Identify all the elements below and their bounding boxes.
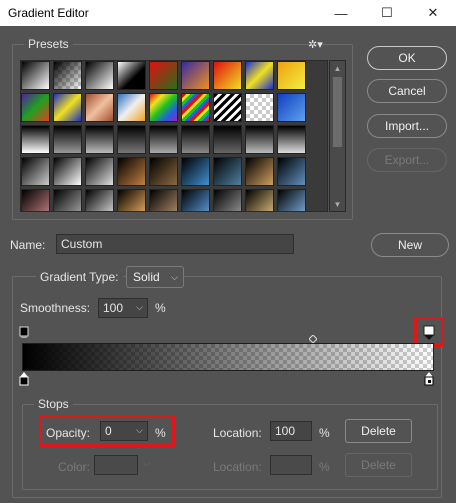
color-stop-left[interactable]: [19, 372, 29, 386]
preset-swatch[interactable]: [213, 157, 242, 186]
midpoint-diamond-icon[interactable]: [309, 335, 317, 343]
preset-swatch[interactable]: [117, 125, 146, 154]
preset-swatch[interactable]: [85, 157, 114, 186]
close-button[interactable]: ✕: [410, 0, 456, 26]
preset-swatch[interactable]: [21, 125, 50, 154]
preset-swatch[interactable]: [21, 93, 50, 122]
scroll-up-icon[interactable]: ▲: [330, 61, 345, 75]
cancel-button[interactable]: Cancel: [367, 79, 447, 103]
opacity-location-field[interactable]: 100: [270, 421, 312, 441]
window-title: Gradient Editor: [8, 6, 89, 20]
presets-label: Presets: [24, 37, 73, 51]
color-location-label: Location:: [213, 460, 262, 474]
smoothness-label: Smoothness:: [20, 301, 91, 315]
smoothness-unit: %: [155, 301, 166, 315]
title-bar: Gradient Editor — ☐ ✕: [0, 0, 456, 26]
opacity-location-label: Location:: [213, 426, 262, 440]
import-button[interactable]: Import...: [367, 114, 447, 138]
preset-swatch[interactable]: [149, 189, 178, 211]
presets-gear-icon[interactable]: ✲▾: [308, 38, 323, 51]
preset-swatch[interactable]: [149, 93, 178, 122]
color-location-field: [270, 455, 312, 475]
new-button[interactable]: New: [371, 233, 449, 257]
preset-swatch[interactable]: [117, 61, 146, 90]
preset-swatch[interactable]: [21, 189, 50, 211]
preset-swatch[interactable]: [181, 93, 210, 122]
preset-swatch[interactable]: [117, 189, 146, 211]
preset-swatch[interactable]: [85, 93, 114, 122]
preset-swatch[interactable]: [213, 125, 242, 154]
preset-swatch[interactable]: [21, 157, 50, 186]
preset-swatch[interactable]: [245, 157, 274, 186]
name-label: Name:: [10, 238, 46, 252]
color-swatch-field: [94, 455, 138, 475]
preset-swatch[interactable]: [181, 157, 210, 186]
preset-swatch[interactable]: [213, 61, 242, 90]
preset-swatch[interactable]: [117, 157, 146, 186]
preset-swatch[interactable]: [21, 61, 50, 90]
preset-swatch[interactable]: [277, 189, 306, 211]
preset-swatch[interactable]: [277, 93, 306, 122]
ok-button[interactable]: OK: [367, 46, 447, 70]
opacity-stop-left[interactable]: [19, 326, 29, 338]
stops-label: Stops: [34, 397, 73, 411]
smoothness-value: 100: [103, 301, 124, 315]
export-button: Export...: [367, 148, 447, 172]
scroll-down-icon[interactable]: ▼: [330, 197, 345, 211]
presets-scrollbar[interactable]: ▲ ▼: [329, 60, 346, 212]
preset-swatch[interactable]: [245, 125, 274, 154]
preset-swatch[interactable]: [53, 189, 82, 211]
preset-swatch[interactable]: [213, 189, 242, 211]
preset-swatch[interactable]: [53, 157, 82, 186]
preset-swatch[interactable]: [277, 61, 306, 90]
chevron-down-icon[interactable]: ⌵: [136, 302, 143, 313]
gradient-preview-bar[interactable]: [22, 343, 434, 371]
preset-swatch[interactable]: [149, 125, 178, 154]
maximize-button[interactable]: ☐: [364, 0, 410, 26]
delete-opacity-stop-button[interactable]: Delete: [345, 419, 412, 443]
preset-swatch[interactable]: [245, 61, 274, 90]
preset-swatch[interactable]: [53, 61, 82, 90]
preset-swatch[interactable]: [181, 189, 210, 211]
preset-swatch[interactable]: [85, 189, 114, 211]
preset-swatch[interactable]: [85, 125, 114, 154]
preset-swatch[interactable]: [117, 93, 146, 122]
preset-swatch[interactable]: [213, 93, 242, 122]
preset-swatch[interactable]: [245, 93, 274, 122]
delete-color-stop-button: Delete: [345, 453, 412, 477]
preset-swatch[interactable]: [277, 125, 306, 154]
color-location-unit: %: [319, 460, 330, 474]
preset-swatch[interactable]: [53, 125, 82, 154]
color-stop-right[interactable]: [424, 372, 434, 386]
highlight-opacity-field: [39, 415, 175, 447]
preset-swatch[interactable]: [277, 157, 306, 186]
preset-swatch[interactable]: [149, 157, 178, 186]
preset-swatch-grid[interactable]: [20, 60, 328, 212]
gradient-type-select[interactable]: Solid ⌵: [126, 266, 184, 288]
gradient-type-value: Solid: [133, 270, 160, 284]
preset-swatch[interactable]: [53, 93, 82, 122]
opacity-location-unit: %: [319, 426, 330, 440]
chevron-down-icon: ⌵: [171, 272, 178, 282]
name-field[interactable]: Custom: [56, 234, 294, 254]
preset-swatch[interactable]: [245, 189, 274, 211]
color-label: Color:: [58, 460, 91, 474]
chevron-down-icon: ⌵: [143, 458, 150, 468]
gradient-type-label: Gradient Type:: [36, 270, 123, 284]
preset-swatch[interactable]: [85, 61, 114, 90]
scroll-thumb[interactable]: [333, 77, 342, 147]
smoothness-field[interactable]: 100 ⌵: [98, 298, 148, 318]
preset-swatch[interactable]: [149, 61, 178, 90]
preset-swatch[interactable]: [181, 61, 210, 90]
minimize-button[interactable]: —: [318, 0, 364, 26]
preset-swatch[interactable]: [181, 125, 210, 154]
